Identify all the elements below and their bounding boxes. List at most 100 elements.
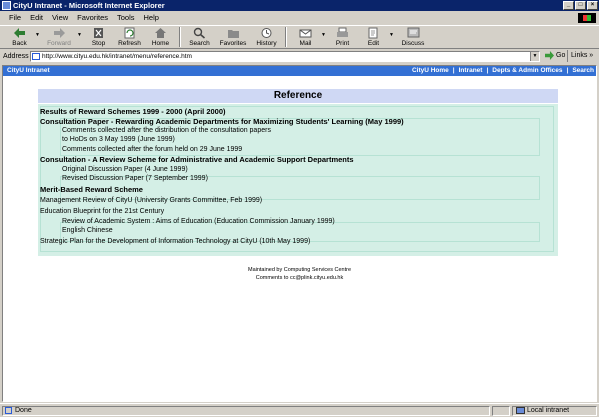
- print-label: Print: [335, 40, 350, 47]
- home-icon: [155, 28, 166, 38]
- window-controls: _ □ ×: [563, 1, 598, 10]
- discuss-icon: [407, 27, 419, 38]
- links-label: Links: [571, 52, 588, 59]
- status-text-cell: Done: [2, 406, 490, 416]
- stop-label: Stop: [91, 40, 106, 47]
- history-icon: [261, 28, 272, 38]
- back-arrow-icon: [14, 28, 25, 38]
- forward-arrow-icon: [53, 28, 65, 38]
- windows-logo-icon: [578, 13, 596, 23]
- list-item[interactable]: English Chinese: [62, 226, 113, 235]
- footer-contact[interactable]: Comments to cc@plink.cityu.edu.hk: [3, 274, 596, 282]
- refresh-button[interactable]: Refresh: [114, 26, 145, 47]
- nav-separator: |: [452, 67, 455, 74]
- discuss-button[interactable]: Discuss: [395, 26, 431, 47]
- list-item[interactable]: Merit-Based Reward Scheme: [40, 185, 143, 194]
- mail-button[interactable]: Mail: [290, 26, 321, 47]
- footer-maintainer: Maintained by Computing Services Centre: [247, 267, 352, 273]
- status-bar: Done Local intranet: [0, 403, 599, 417]
- menu-help[interactable]: Help: [144, 13, 159, 22]
- refresh-label: Refresh: [118, 40, 141, 47]
- nav-cityu-home[interactable]: CityU Home: [412, 66, 449, 76]
- nav-search[interactable]: Search: [572, 66, 594, 76]
- address-label: Address: [3, 53, 29, 60]
- security-zone-cell: Local intranet: [512, 406, 597, 416]
- list-item[interactable]: Consultation Paper - Rewarding Academic …: [40, 117, 404, 126]
- list-item[interactable]: Comments collected after the forum held …: [62, 145, 242, 154]
- search-button[interactable]: Search: [184, 26, 215, 47]
- back-button[interactable]: Back: [4, 26, 35, 47]
- discuss-label: Discuss: [401, 40, 425, 47]
- favorites-folder-icon: [227, 30, 239, 38]
- menu-view[interactable]: View: [52, 13, 68, 22]
- history-button[interactable]: History: [251, 26, 282, 47]
- list-item[interactable]: Results of Reward Schemes 1999 - 2000 (A…: [40, 107, 226, 116]
- forward-button[interactable]: Forward: [41, 26, 77, 47]
- address-dropdown-icon[interactable]: ▼: [530, 52, 539, 61]
- toolbar: Back ▼ Forward ▼ Stop Refresh Home Searc…: [0, 25, 599, 49]
- list-item[interactable]: Review of Academic System : Aims of Educ…: [62, 217, 335, 226]
- favorites-button[interactable]: Favorites: [215, 26, 251, 47]
- edit-label: Edit: [367, 40, 380, 47]
- refresh-icon: [124, 27, 135, 39]
- go-button[interactable]: Go: [545, 51, 565, 60]
- address-bar: Address http://www.cityu.edu.hk/intranet…: [0, 50, 599, 63]
- address-input[interactable]: http://www.cityu.edu.hk/intranet/menu/re…: [30, 51, 540, 62]
- toolbar-separator: [285, 27, 287, 47]
- menu-edit[interactable]: Edit: [30, 13, 43, 22]
- stop-icon: [94, 28, 103, 38]
- menu-tools[interactable]: Tools: [117, 13, 135, 22]
- page-status-icon: [5, 407, 12, 414]
- status-progress-cell: [492, 406, 510, 416]
- intranet-zone-icon: [516, 407, 525, 414]
- address-url: http://www.cityu.edu.hk/intranet/menu/re…: [42, 53, 192, 60]
- nav-intranet[interactable]: Intranet: [459, 66, 483, 76]
- title-bar: CityU Intranet - Microsoft Internet Expl…: [0, 0, 599, 11]
- list-item[interactable]: Comments collected after the distributio…: [62, 126, 271, 135]
- nav-depts-admin[interactable]: Depts & Admin Offices: [492, 66, 562, 76]
- ie-icon: [2, 1, 11, 10]
- page-title: Reference: [38, 89, 558, 103]
- list-item[interactable]: Original Discussion Paper (4 June 1999): [62, 165, 188, 174]
- nav-separator: |: [486, 67, 489, 74]
- site-nav: CityU Home | Intranet | Depts & Admin Of…: [412, 66, 594, 76]
- stop-button[interactable]: Stop: [83, 26, 114, 47]
- zone-text: Local intranet: [527, 407, 570, 414]
- go-arrow-icon: [545, 51, 554, 60]
- mail-icon: [299, 29, 312, 38]
- go-label: Go: [556, 52, 566, 59]
- maximize-icon[interactable]: □: [575, 1, 586, 10]
- site-nav-bar: CityU Intranet CityU Home | Intranet | D…: [3, 66, 596, 76]
- history-label: History: [256, 40, 277, 47]
- home-label: Home: [151, 40, 170, 47]
- reference-list: Results of Reward Schemes 1999 - 2000 (A…: [38, 104, 558, 256]
- menu-favorites[interactable]: Favorites: [77, 13, 108, 22]
- menu-bar: File Edit View Favorites Tools Help: [0, 12, 599, 23]
- search-icon: [193, 27, 206, 39]
- mail-label: Mail: [299, 40, 312, 47]
- list-item[interactable]: to HoDs on 3 May 1999 (June 1999): [62, 135, 175, 144]
- home-button[interactable]: Home: [145, 26, 176, 47]
- print-button[interactable]: Print: [327, 26, 358, 47]
- favorites-label: Favorites: [219, 40, 247, 47]
- close-icon[interactable]: ×: [587, 1, 598, 10]
- list-item[interactable]: Management Review of CityU (University G…: [40, 196, 262, 205]
- print-icon: [337, 27, 348, 37]
- nav-separator: |: [566, 67, 569, 74]
- search-label: Search: [189, 40, 210, 47]
- list-item[interactable]: Revised Discussion Paper (7 September 19…: [62, 174, 208, 183]
- menu-file[interactable]: File: [9, 13, 21, 22]
- list-item[interactable]: Strategic Plan for the Development of In…: [40, 237, 310, 246]
- minimize-icon[interactable]: _: [563, 1, 574, 10]
- back-label: Back: [12, 40, 27, 47]
- window-title: CityU Intranet - Microsoft Internet Expl…: [13, 1, 165, 10]
- browser-window: CityU Intranet - Microsoft Internet Expl…: [0, 0, 599, 417]
- links-button[interactable]: Links »: [567, 50, 599, 62]
- page-footer: Maintained by Computing Services Centre …: [3, 266, 596, 282]
- list-item[interactable]: Education Blueprint for the 21st Century: [40, 207, 164, 216]
- site-brand[interactable]: CityU Intranet: [7, 66, 50, 76]
- toolbar-separator: [179, 27, 181, 47]
- list-item[interactable]: Consultation - A Review Scheme for Admin…: [40, 155, 354, 164]
- page-icon: [32, 53, 40, 60]
- edit-button[interactable]: Edit: [358, 26, 389, 47]
